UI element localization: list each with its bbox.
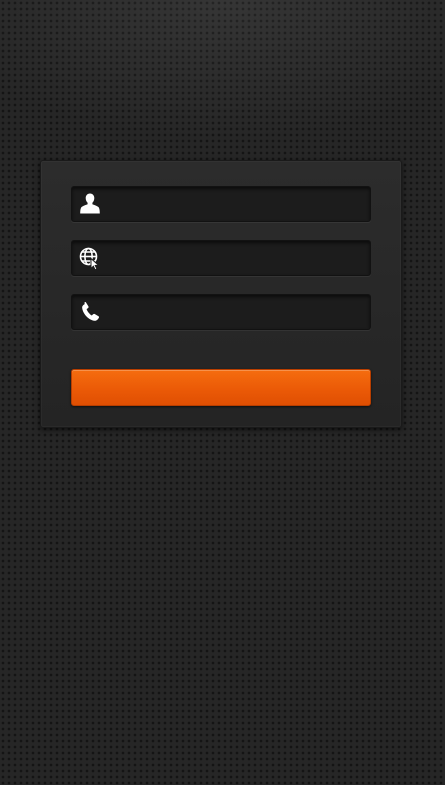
- name-input[interactable]: [108, 187, 364, 221]
- user-icon: [80, 193, 100, 214]
- website-field[interactable]: [71, 240, 371, 276]
- website-input[interactable]: [108, 241, 364, 275]
- name-field[interactable]: [71, 186, 371, 222]
- phone-input[interactable]: [108, 295, 364, 329]
- submit-button[interactable]: [71, 369, 371, 406]
- phone-icon: [82, 302, 100, 321]
- phone-field[interactable]: [71, 294, 371, 330]
- form-panel: [40, 160, 402, 428]
- screen: [0, 0, 445, 785]
- globe-cursor-icon: [79, 247, 100, 270]
